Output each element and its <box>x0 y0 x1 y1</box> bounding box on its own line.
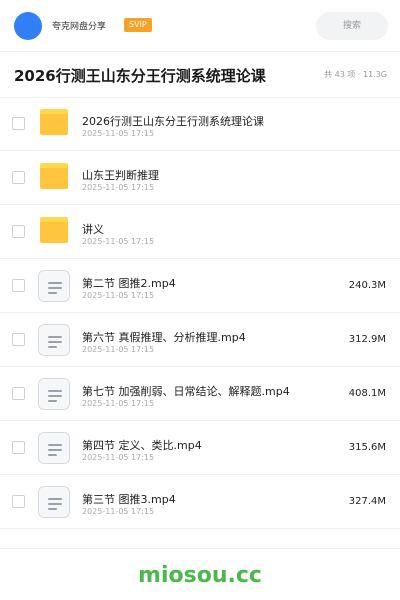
item-size: 312.9M <box>348 334 386 345</box>
search-input[interactable]: 搜索 <box>316 12 388 40</box>
item-name: 2026行测王山东分王行测系统理论课 <box>82 115 264 128</box>
list-item[interactable]: 讲义 2025-11-05 17:15 <box>0 205 400 259</box>
item-checkbox[interactable] <box>12 171 25 184</box>
document-icon <box>38 324 70 356</box>
item-name: 山东王判断推理 <box>82 169 159 182</box>
avatar[interactable] <box>14 12 42 40</box>
folder-header: 2026行测王山东分王行测系统理论课 共 43 项 · 11.3G <box>0 52 400 98</box>
list-item[interactable]: 2026行测王山东分王行测系统理论课 2025-11-05 17:15 <box>0 97 400 151</box>
item-name: 第四节 定义、类比.mp4 <box>82 439 202 452</box>
folder-icon <box>40 109 68 135</box>
item-date: 2025-11-05 17:15 <box>82 399 155 408</box>
folder-meta: 共 43 项 · 11.3G <box>324 70 387 79</box>
file-list: 2026行测王山东分王行测系统理论课 2025-11-05 17:15 山东王判… <box>0 97 400 529</box>
item-name: 讲义 <box>82 223 104 236</box>
svip-badge: SVIP <box>124 18 152 32</box>
folder-icon <box>40 217 68 243</box>
item-size: 315.6M <box>348 442 386 453</box>
list-item[interactable]: 第七节 加强削弱、日常结论、解释题.mp4 2025-11-05 17:15 4… <box>0 367 400 421</box>
document-icon <box>38 270 70 302</box>
item-checkbox[interactable] <box>12 117 25 130</box>
item-checkbox[interactable] <box>12 333 25 346</box>
item-date: 2025-11-05 17:15 <box>82 237 155 246</box>
item-checkbox[interactable] <box>12 495 25 508</box>
document-icon <box>38 486 70 518</box>
item-checkbox[interactable] <box>12 279 25 292</box>
item-size: 408.1M <box>348 388 386 399</box>
list-item[interactable]: 第四节 定义、类比.mp4 2025-11-05 17:15 315.6M <box>0 421 400 475</box>
item-checkbox[interactable] <box>12 441 25 454</box>
item-name: 第二节 图推2.mp4 <box>82 277 176 290</box>
footer: miosou.cc <box>0 548 400 600</box>
list-item[interactable]: 山东王判断推理 2025-11-05 17:15 <box>0 151 400 205</box>
page-title: 2026行测王山东分王行测系统理论课 <box>14 67 266 85</box>
watermark-text: miosou.cc <box>138 563 262 588</box>
document-icon <box>38 432 70 464</box>
top-bar: 夸克网盘分享 SVIP 搜索 <box>0 0 400 52</box>
list-item[interactable]: 第三节 图推3.mp4 2025-11-05 17:15 327.4M <box>0 475 400 529</box>
item-size: 327.4M <box>348 496 386 507</box>
item-date: 2025-11-05 17:15 <box>82 345 155 354</box>
item-date: 2025-11-05 17:15 <box>82 507 155 516</box>
document-icon <box>38 378 70 410</box>
share-owner-name: 夸克网盘分享 <box>52 22 107 32</box>
item-date: 2025-11-05 17:15 <box>82 291 155 300</box>
item-checkbox[interactable] <box>12 225 25 238</box>
item-name: 第三节 图推3.mp4 <box>82 493 176 506</box>
item-name: 第七节 加强削弱、日常结论、解释题.mp4 <box>82 385 290 398</box>
item-date: 2025-11-05 17:15 <box>82 129 155 138</box>
item-date: 2025-11-05 17:15 <box>82 453 155 462</box>
list-item[interactable]: 第六节 真假推理、分析推理.mp4 2025-11-05 17:15 312.9… <box>0 313 400 367</box>
item-size: 240.3M <box>348 280 386 291</box>
item-checkbox[interactable] <box>12 387 25 400</box>
folder-icon <box>40 163 68 189</box>
list-item[interactable]: 第二节 图推2.mp4 2025-11-05 17:15 240.3M <box>0 259 400 313</box>
item-date: 2025-11-05 17:15 <box>82 183 155 192</box>
item-name: 第六节 真假推理、分析推理.mp4 <box>82 331 246 344</box>
